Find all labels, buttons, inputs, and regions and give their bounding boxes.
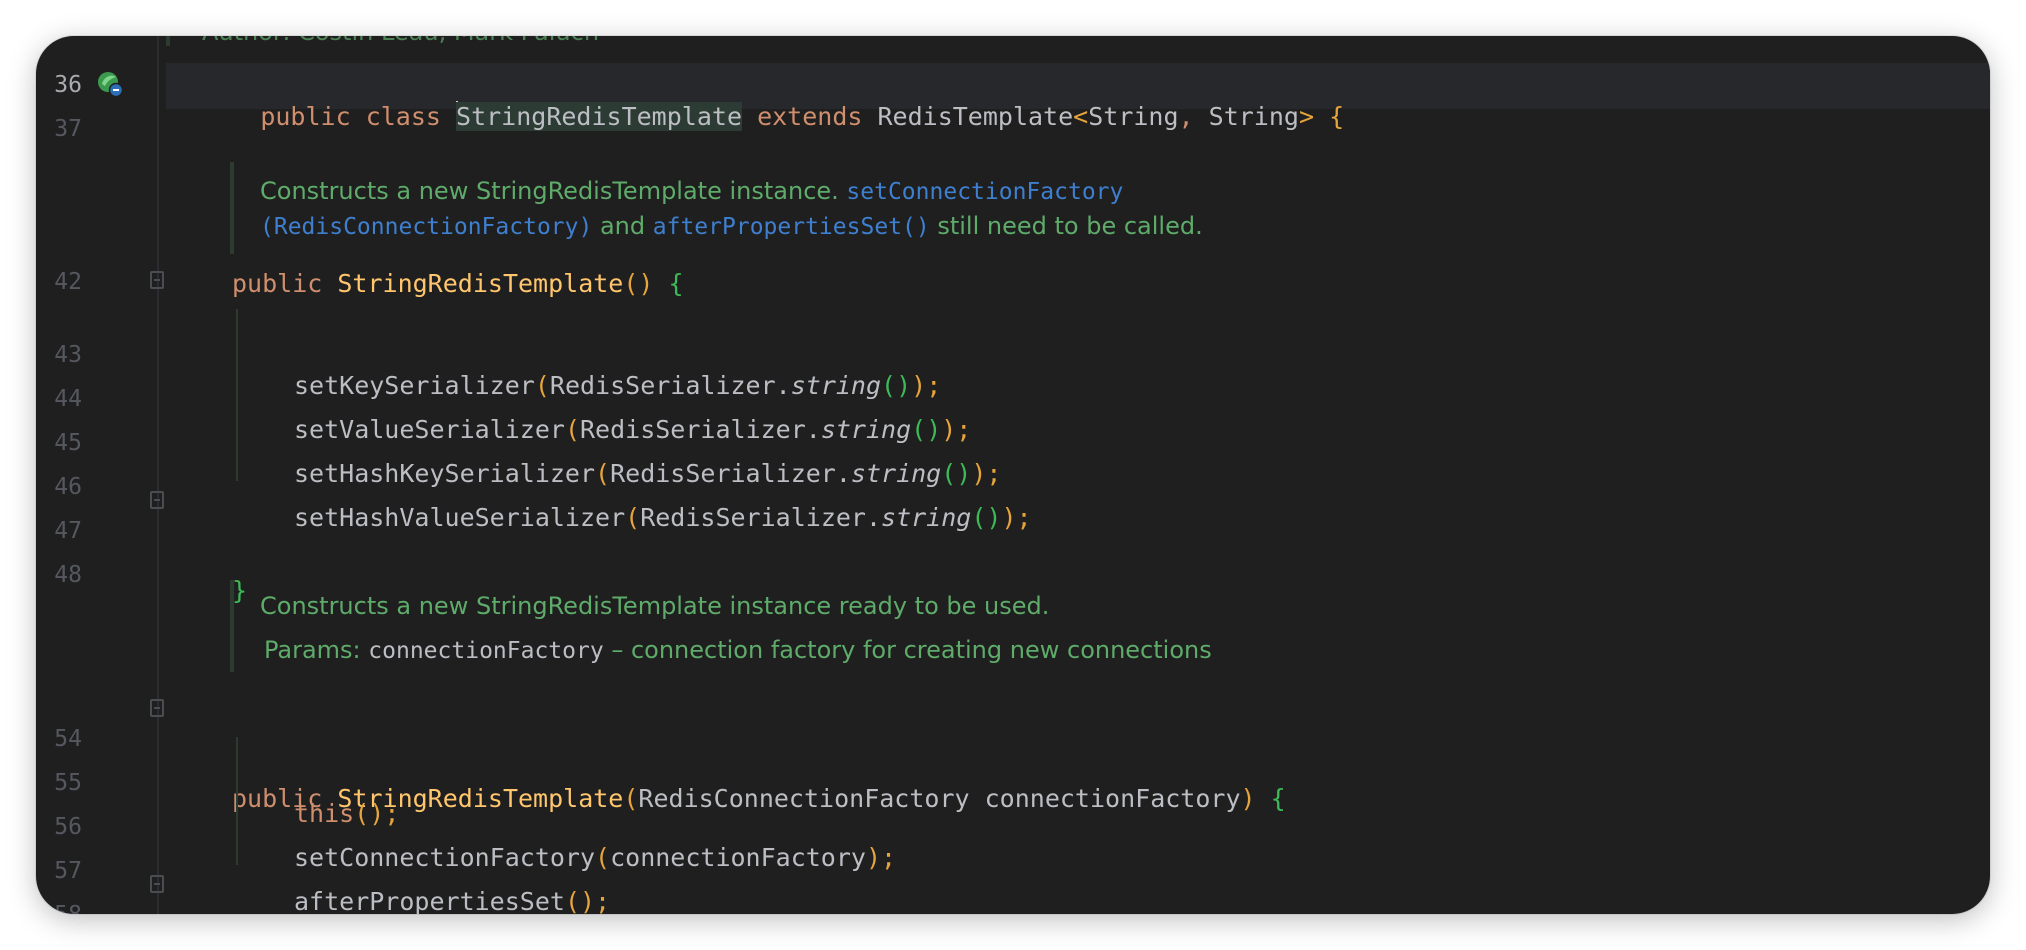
parens: () [623, 269, 654, 298]
code-line-58[interactable]: 58 } [36, 873, 1990, 914]
fold-end-icon[interactable] [150, 491, 164, 509]
spring-bean-icon[interactable] [94, 68, 126, 100]
code-line-57[interactable]: 57 afterPropertiesSet(); [36, 829, 1990, 914]
code-line-37[interactable]: 37 [36, 116, 1990, 160]
doc-params-row: Params: connectionFactory – connection f… [264, 636, 1212, 664]
code-line-48[interactable]: 48 [36, 533, 1990, 588]
doc-comment-1: Constructs a new StringRedisTemplate ins… [260, 177, 1203, 240]
ctor-open-brace: { [668, 269, 684, 298]
code-line-47[interactable]: 47 } [36, 489, 1990, 605]
doc-comment-bar [230, 162, 234, 254]
doc-link-after-properties-set[interactable]: afterPropertiesSet() [653, 214, 930, 240]
line-number: 36 [54, 72, 82, 98]
keyword-public: public [232, 269, 323, 298]
code-line-55[interactable]: 55 this(); [36, 741, 1990, 828]
doc-link-set-connection-factory[interactable]: setConnectionFactory [846, 179, 1123, 205]
author-comment: Author: Costin Leau, Mark Paluch [202, 36, 599, 46]
doc-comment-bar [230, 580, 234, 672]
params-label: Params: [264, 636, 361, 664]
code-line-56[interactable]: 56 setConnectionFactory(connectionFactor… [36, 785, 1990, 872]
line-number: 37 [54, 116, 82, 142]
code-line-54[interactable]: 54 public StringRedisTemplate(RedisConne… [36, 697, 1990, 813]
doc-comment-bar [166, 36, 170, 46]
ctor-close-brace: } [232, 576, 248, 605]
doc-link-set-connection-factory-params[interactable]: (RedisConnectionFactory) [260, 214, 592, 240]
line-number: 42 [54, 269, 82, 295]
code-editor-window: Author: Costin Leau, Mark Paluch 36 publ… [36, 36, 1990, 914]
code-line-36[interactable]: 36 public class StringRedisTemplate exte… [36, 72, 1990, 131]
fold-end-icon[interactable] [150, 875, 164, 893]
line-number: 48 [54, 562, 82, 588]
fold-collapse-icon[interactable] [150, 271, 164, 289]
code-line-46[interactable]: 46 setHashValueSerializer(RedisSerialize… [36, 445, 1990, 532]
code-line-42[interactable]: 42 public StringRedisTemplate() { [36, 269, 1990, 313]
code-line-44[interactable]: 44 setValueSerializer(RedisSerializer.st… [36, 357, 1990, 444]
code-line-45[interactable]: 45 setHashKeySerializer(RedisSerializer.… [36, 401, 1990, 488]
line-number: 58 [36, 902, 82, 914]
param-name[interactable]: connectionFactory [368, 638, 603, 664]
param-description: – connection factory for creating new co… [603, 636, 1212, 664]
doc-comment-2: Constructs a new StringRedisTemplate ins… [260, 592, 1050, 620]
constructor-name[interactable]: StringRedisTemplate [337, 269, 623, 298]
code-line-43[interactable]: 43 setKeySerializer(RedisSerializer.stri… [36, 313, 1990, 400]
fold-collapse-icon[interactable] [150, 699, 164, 717]
